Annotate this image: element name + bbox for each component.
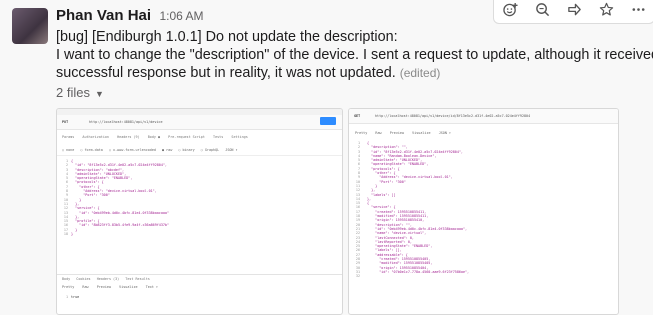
file-thumbnail-put-request[interactable]: PUT http://localhost:48081/api/v1/device… [56, 108, 343, 315]
response-options: Pretty Raw Preview Visualize JSON ▾ [355, 131, 451, 135]
divider [57, 274, 342, 275]
message-actions-toolbar [493, 0, 653, 24]
files-label: 2 files [56, 85, 90, 100]
response-body-code: { "description": "", "id": "8f13e5c2-d31… [367, 141, 470, 274]
request-url-bar: GET http://localhost:48081/api/v1/device… [349, 109, 618, 124]
message-line-3: successful response but in reality, it w… [56, 65, 440, 81]
message-line-2: I want to change the "description" of th… [56, 47, 653, 63]
avatar[interactable] [12, 8, 48, 44]
message-line-1: [bug] [Endiburgh 1.0.1] Do not update th… [56, 29, 398, 45]
method-label: GET [354, 114, 361, 118]
response-line-number: 1 [65, 295, 68, 299]
divider [57, 155, 342, 156]
response-tabs: Body Cookies Headers (3) Test Results [62, 277, 150, 281]
caret-down-icon: ▼ [94, 89, 104, 99]
response-line-numbers: 1 2 3 4 5 6 7 8 9 10 11 12 13 14 15 16 1… [355, 141, 360, 279]
files-toggle[interactable]: 2 files ▼ [56, 85, 104, 100]
timestamp[interactable]: 1:06 AM [160, 9, 204, 23]
request-url-bar: PUT http://localhost:48081/api/v1/device [57, 115, 342, 130]
author-name[interactable]: Phan Van Hai [56, 7, 151, 24]
message-line-3-text: successful response but in reality, it w… [56, 65, 396, 81]
more-icon[interactable] [622, 0, 653, 22]
body-options: ○ none ○ form-data ○ x-www-form-urlencod… [62, 148, 238, 152]
response-options: Pretty Raw Preview Visualize Text ▾ [62, 285, 158, 289]
send-button [320, 117, 336, 125]
method-label: PUT [62, 120, 69, 124]
add-reaction-icon[interactable] [494, 0, 526, 22]
star-icon[interactable] [590, 0, 622, 22]
share-icon[interactable] [558, 0, 590, 22]
response-body-value: true [71, 295, 80, 299]
message-header: Phan Van Hai 1:06 AM [56, 7, 204, 25]
file-thumbnail-get-response[interactable]: GET http://localhost:48081/api/v1/device… [348, 108, 619, 315]
request-line-numbers: 1 2 3 4 5 6 7 8 9 10 11 12 13 14 15 16 1… [63, 159, 68, 237]
edited-label: (edited) [399, 66, 441, 80]
request-tabs: Params Authorization Headers (9) Body ● … [62, 135, 248, 139]
url-input: http://localhost:48081/api/v1/device/id/… [375, 114, 531, 118]
url-input: http://localhost:48081/api/v1/device [89, 120, 163, 124]
request-body-code: { "id": "8f13e5c2-d31f-4e02-a5c7-024e4ff… [71, 159, 169, 237]
search-icon[interactable] [526, 0, 558, 22]
